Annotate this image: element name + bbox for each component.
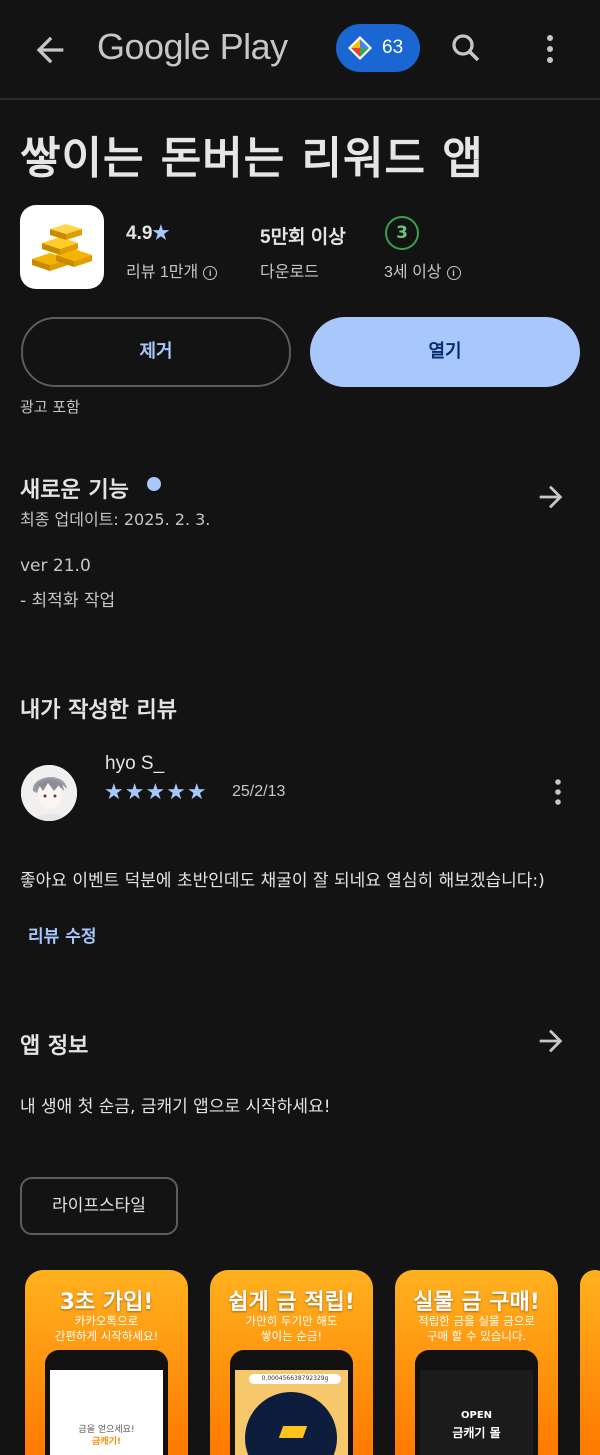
downloads-value: 5만회 이상 <box>260 227 346 248</box>
phone-screen: 금을 얻으세요! 금캐기! <box>50 1370 163 1455</box>
info-icon: i <box>446 265 461 280</box>
screenshot-headline: 쉽게 금 적립! <box>228 1290 355 1315</box>
age-rating-label[interactable]: 3세 이상 i <box>384 258 461 282</box>
screenshot-4[interactable] <box>580 1270 600 1455</box>
arrow-right-icon[interactable] <box>534 480 568 514</box>
phone-mockup: OPEN 금캐기 몰 <box>415 1350 538 1455</box>
my-review-heading: 내가 작성한 리뷰 <box>20 698 177 723</box>
top-divider <box>0 98 600 100</box>
rating-value: 4.9★ <box>126 223 170 244</box>
screenshot-subtitle: 가만히 두기만 해도 쌓이는 순금! <box>245 1314 338 1343</box>
user-avatar-icon <box>21 765 77 821</box>
edit-review-link[interactable]: 리뷰 수정 <box>28 922 96 947</box>
reviews-count[interactable]: 리뷰 1만개 i <box>126 258 218 282</box>
screenshot-headline: 3초 가입! <box>59 1290 154 1315</box>
reviewer-name: hyo S_ <box>105 753 165 774</box>
downloads-label: 다운로드 <box>260 264 319 281</box>
screenshot-subtitle: 적립한 금을 실물 금으로 구매 할 수 있습니다. <box>418 1314 535 1343</box>
review-date: 25/2/13 <box>232 783 286 800</box>
app-title: 쌓이는 돈버는 리워드 앱 <box>20 133 484 184</box>
phone-mockup: 금을 얻으세요! 금캐기! <box>45 1350 168 1455</box>
points-count: 63 <box>382 37 404 58</box>
more-options-icon[interactable] <box>548 778 568 808</box>
phone-screen: OPEN 금캐기 몰 <box>420 1370 533 1455</box>
new-indicator-dot <box>147 477 161 491</box>
app-icon <box>20 205 104 289</box>
about-app-heading: 앱 정보 <box>20 1034 89 1059</box>
gold-bars-icon <box>32 224 92 271</box>
last-updated: 최종 업데이트: 2025. 2. 3. <box>20 510 211 529</box>
phone-screen: 0.000456638792329g <box>235 1370 348 1455</box>
play-points-icon <box>348 36 372 60</box>
top-app-bar: Google Play 63 <box>0 0 600 100</box>
screenshot-headline: 실물 금 구매! <box>413 1290 540 1315</box>
review-stars: ★★★★★ <box>104 780 208 805</box>
open-button[interactable]: 열기 <box>310 317 580 387</box>
contains-ads-notice: 광고 포함 <box>20 398 80 416</box>
release-notes: - 최적화 작업 <box>20 591 116 611</box>
more-options-icon[interactable] <box>540 30 560 70</box>
whats-new-heading: 새로운 기능 <box>20 478 129 503</box>
store-title: Google Play <box>97 26 288 67</box>
app-description: 내 생애 첫 순금, 금캐기 앱으로 시작하세요! <box>20 1097 331 1117</box>
play-points-badge[interactable]: 63 <box>336 24 420 72</box>
version-text: ver 21.0 <box>20 556 91 576</box>
back-arrow-icon[interactable] <box>30 30 70 70</box>
gold-bar-icon <box>278 1426 308 1438</box>
screenshot-3[interactable]: 실물 금 구매! 적립한 금을 실물 금으로 구매 할 수 있습니다. OPEN… <box>395 1270 558 1455</box>
screenshot-subtitle: 카카오톡으로 간편하게 시작하세요! <box>54 1314 159 1343</box>
category-chip[interactable]: 라이프스타일 <box>20 1177 178 1235</box>
age-rating-badge: 3 <box>385 216 419 250</box>
arrow-right-icon[interactable] <box>534 1024 568 1058</box>
screenshot-2[interactable]: 쉽게 금 적립! 가만히 두기만 해도 쌓이는 순금! 0.0004566387… <box>210 1270 373 1455</box>
rating-star-icon: ★ <box>152 223 170 244</box>
info-icon: i <box>203 265 218 280</box>
phone-mockup: 0.000456638792329g <box>230 1350 353 1455</box>
mining-circle <box>245 1392 337 1455</box>
review-text: 좋아요 이벤트 덕분에 초반인데도 채굴이 잘 되네요 열심히 해보겠습니다:) <box>20 871 545 891</box>
search-icon[interactable] <box>448 30 484 66</box>
uninstall-button[interactable]: 제거 <box>21 317 291 387</box>
screenshot-1[interactable]: 3초 가입! 카카오톡으로 간편하게 시작하세요! 금을 얻으세요! 금캐기! <box>25 1270 188 1455</box>
avatar <box>21 765 77 821</box>
